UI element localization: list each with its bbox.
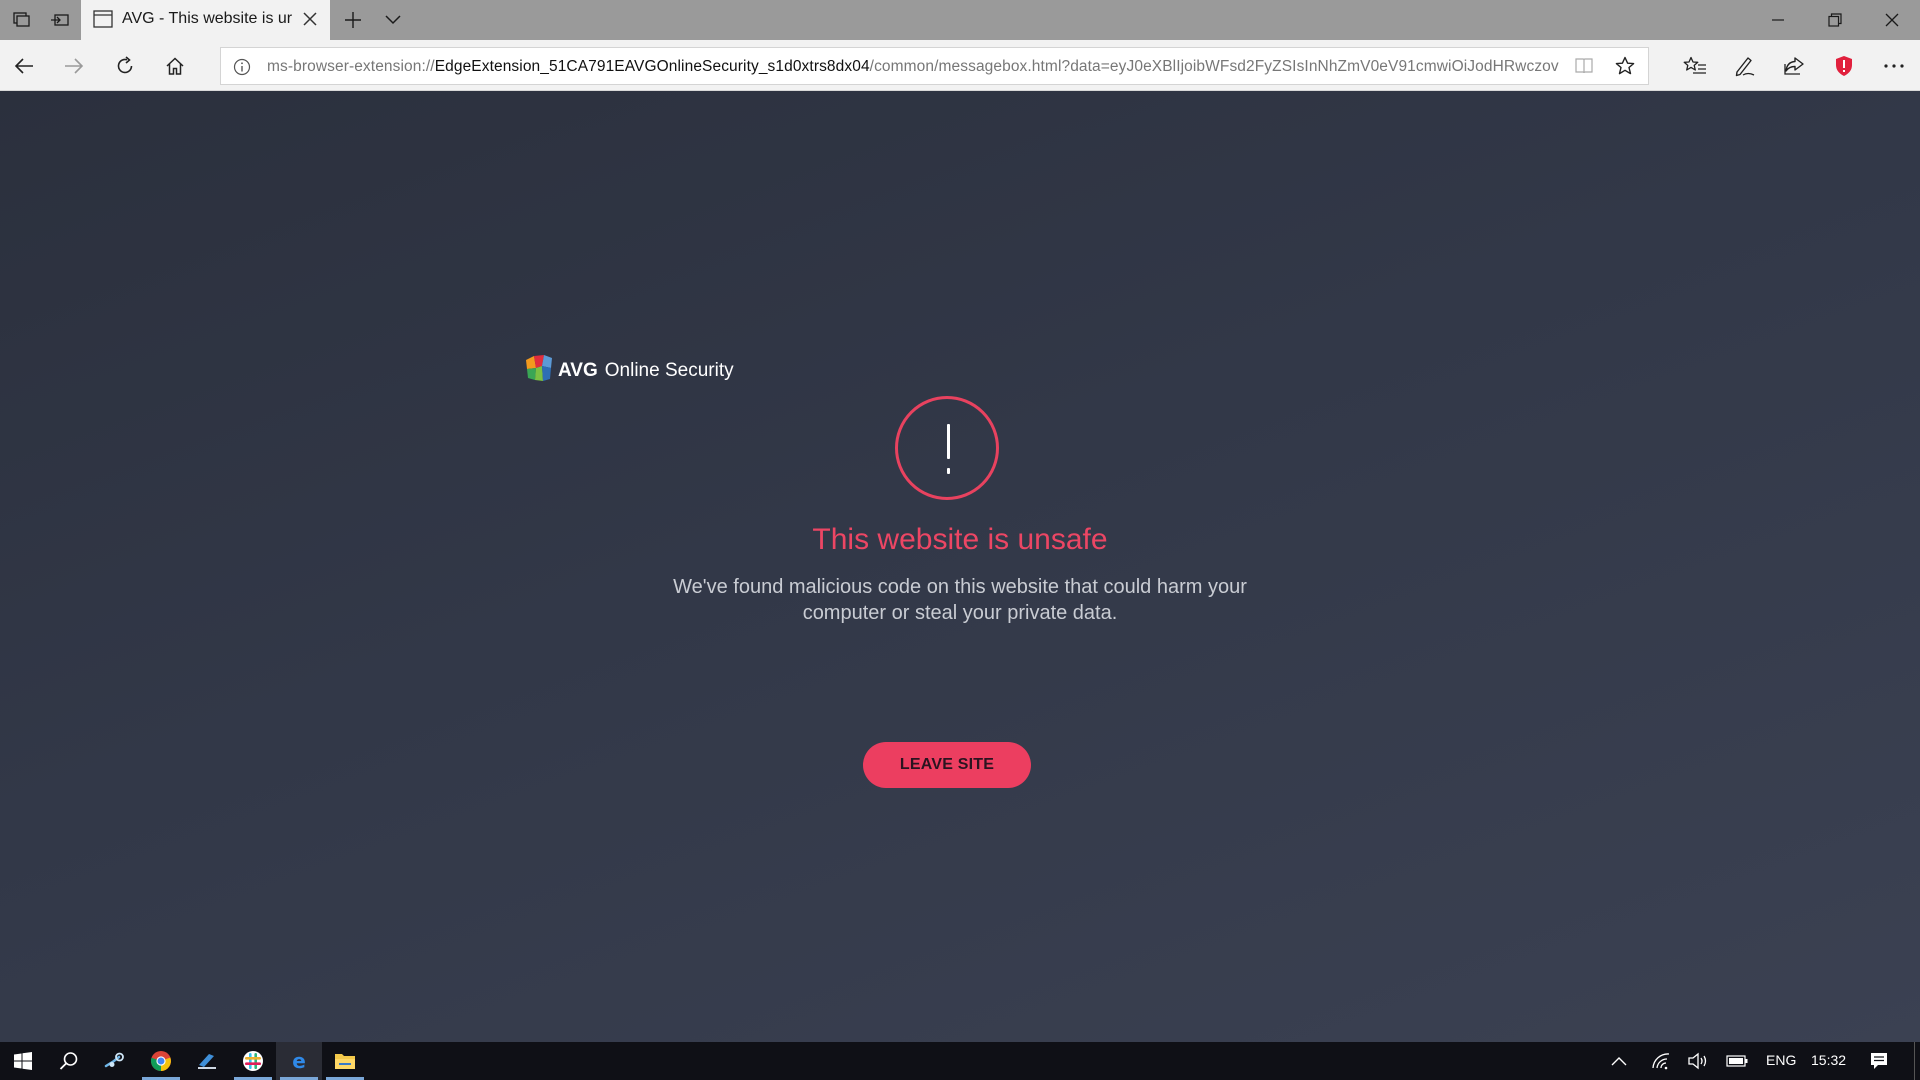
close-tab-icon[interactable] — [302, 11, 318, 32]
page-title: This website is unsafe — [812, 523, 1108, 556]
avg-logo-icon — [524, 354, 554, 387]
url-path: /common/messagebox.html?data=eyJ0eXBlIjo… — [869, 58, 1559, 75]
search-icon[interactable] — [46, 1042, 92, 1080]
clock[interactable]: 15:32 — [1811, 1052, 1846, 1068]
chrome-icon[interactable] — [138, 1042, 184, 1080]
show-hidden-icons-icon[interactable] — [1604, 1042, 1634, 1080]
address-bar[interactable]: ms-browser-extension://EdgeExtension_51C… — [220, 47, 1649, 85]
navigation-bar: ms-browser-extension://EdgeExtension_51C… — [0, 40, 1920, 91]
language-indicator[interactable]: ENG — [1766, 1052, 1796, 1068]
url-prefix: ms-browser-extension:// — [267, 58, 435, 75]
taskbar: e ENG 15:32 — [0, 1042, 1920, 1080]
pen-icon[interactable] — [1723, 44, 1767, 88]
leave-site-button[interactable]: LEAVE SITE — [863, 742, 1031, 788]
volume-icon[interactable] — [1683, 1042, 1713, 1080]
more-icon[interactable] — [1872, 44, 1916, 88]
tab-manager-icon[interactable] — [4, 0, 40, 40]
set-aside-icon[interactable] — [42, 0, 78, 40]
favorite-star-icon[interactable] — [1615, 56, 1635, 81]
warning-bar — [947, 424, 950, 459]
warning-dot — [947, 468, 950, 474]
wifi-icon[interactable] — [1646, 1042, 1676, 1080]
warning-icon — [895, 396, 999, 500]
page-icon — [93, 10, 113, 33]
file-explorer-icon[interactable] — [322, 1042, 368, 1080]
avg-shield-icon[interactable] — [1822, 44, 1866, 88]
brand-product: Online Security — [604, 359, 734, 381]
brand-name: AVG — [558, 359, 598, 381]
share-icon[interactable] — [1772, 44, 1816, 88]
url-text[interactable]: ms-browser-extension://EdgeExtension_51C… — [267, 58, 1597, 76]
new-tab-icon[interactable] — [338, 0, 368, 40]
restore-icon[interactable] — [1806, 0, 1863, 40]
info-icon[interactable] — [233, 58, 251, 81]
app-icon[interactable] — [184, 1042, 230, 1080]
edge-icon[interactable]: e — [276, 1042, 322, 1080]
avg-brand: AVG Online Security — [524, 354, 734, 387]
reading-view-icon[interactable] — [1574, 57, 1594, 80]
url-host: EdgeExtension_51CA791EAVGOnlineSecurity_… — [434, 58, 870, 75]
battery-icon[interactable] — [1722, 1042, 1752, 1080]
title-bar: AVG - This website is ur — [0, 0, 1920, 40]
favorites-hub-icon[interactable] — [1673, 44, 1717, 88]
refresh-icon[interactable] — [103, 44, 147, 88]
steam-icon[interactable] — [92, 1042, 138, 1080]
tab-active[interactable]: AVG - This website is ur — [81, 0, 330, 40]
show-desktop-divider[interactable] — [1914, 1042, 1915, 1080]
start-icon[interactable] — [0, 1042, 46, 1080]
notifications-icon[interactable] — [1864, 1042, 1894, 1080]
slack-icon[interactable] — [230, 1042, 276, 1080]
tab-list-icon[interactable] — [378, 0, 408, 40]
back-icon[interactable] — [2, 44, 46, 88]
tab-title: AVG - This website is ur — [122, 10, 293, 27]
page-content: AVG Online Security This website is unsa… — [0, 91, 1920, 1042]
home-icon[interactable] — [153, 44, 197, 88]
forward-icon[interactable] — [52, 44, 96, 88]
warning-description: We've found malicious code on this websi… — [673, 576, 1247, 624]
svg-text:e: e — [292, 1050, 306, 1072]
minimize-icon[interactable] — [1749, 0, 1806, 40]
close-icon[interactable] — [1863, 0, 1920, 40]
